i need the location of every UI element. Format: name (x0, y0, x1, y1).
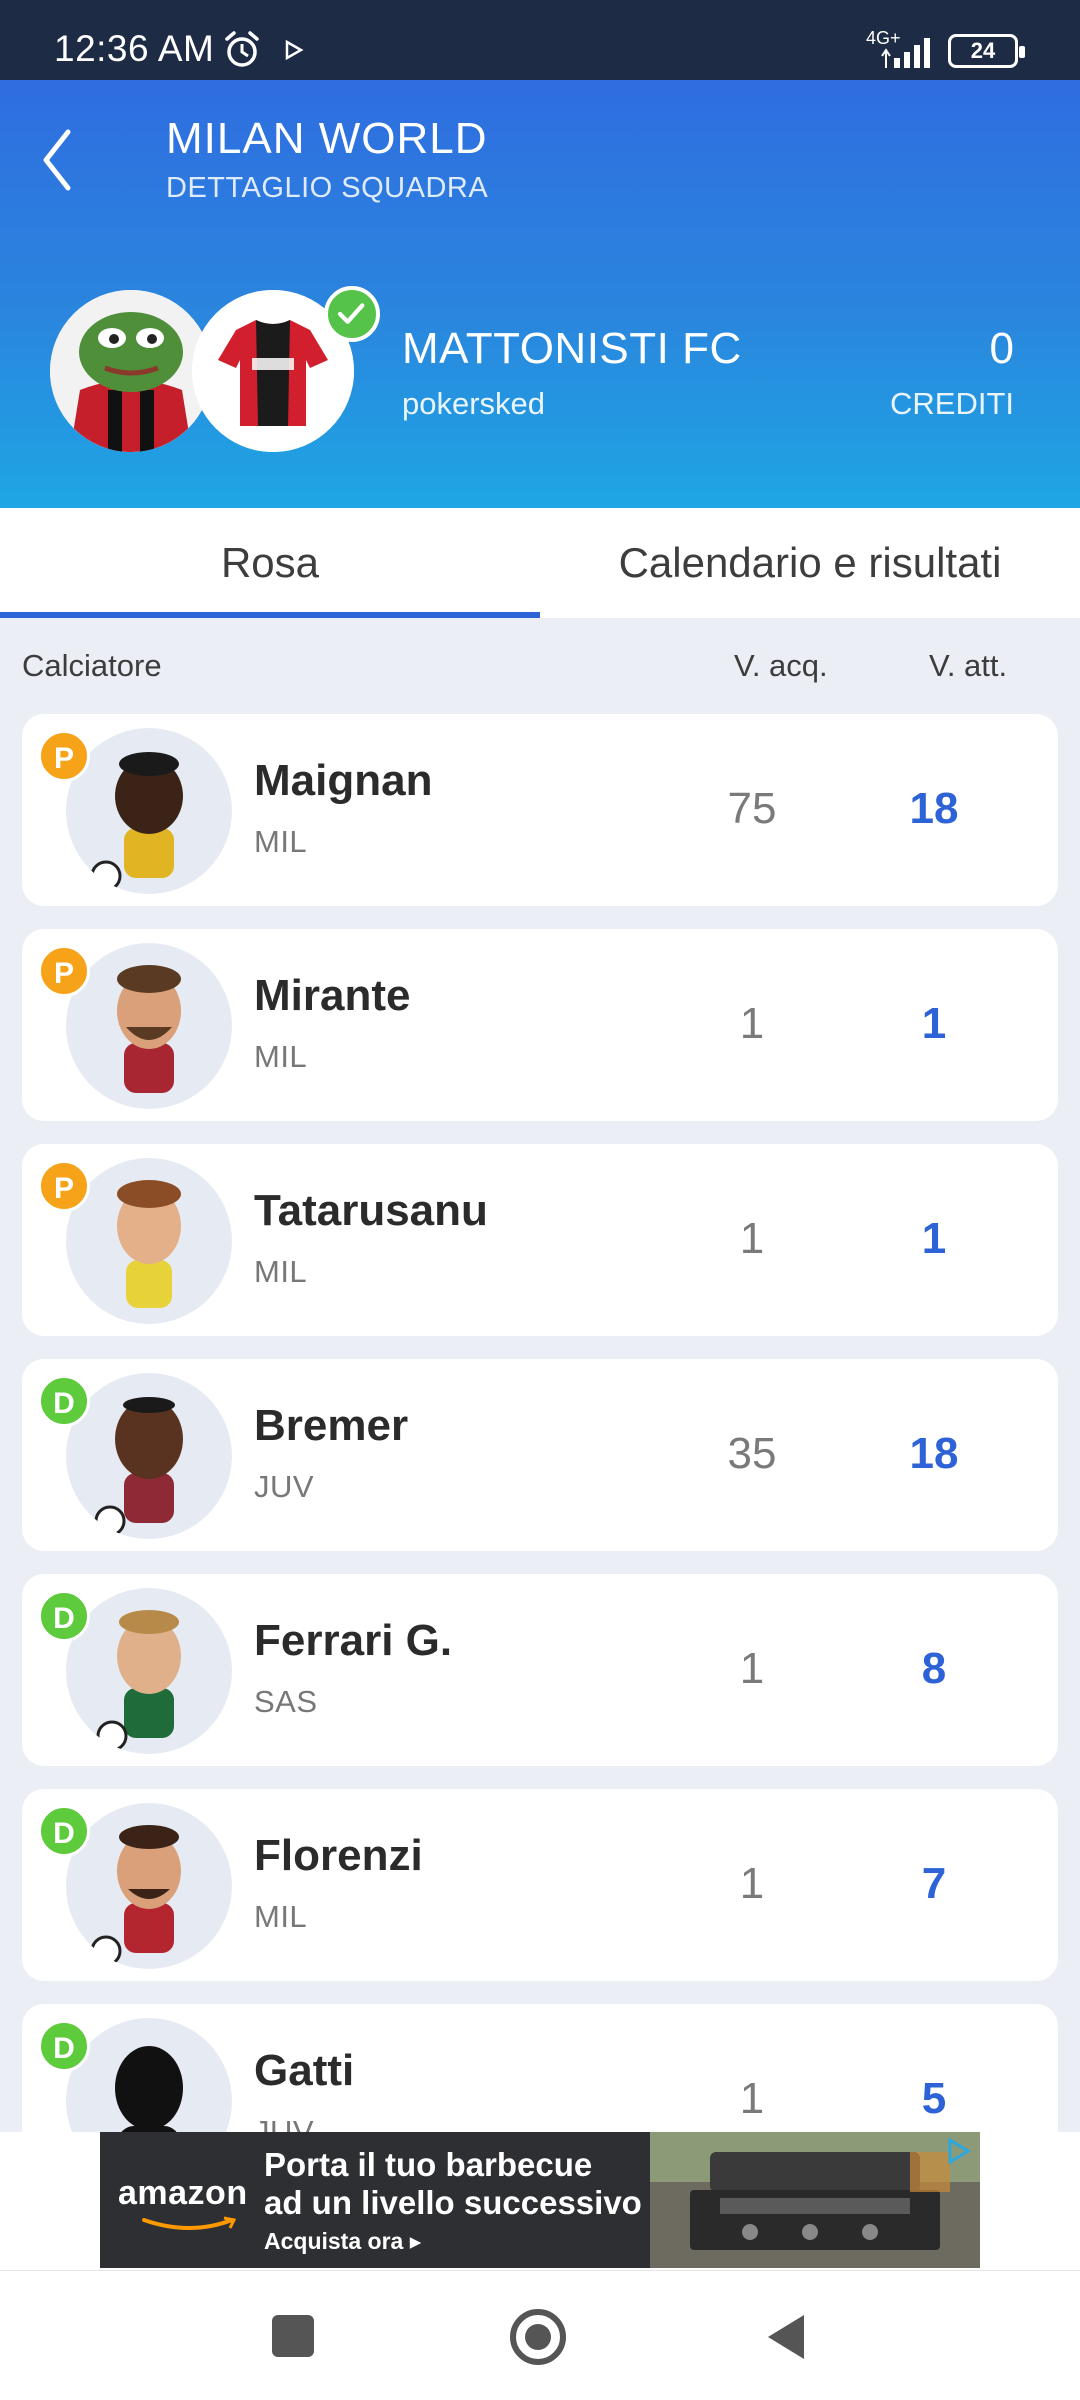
player-name: Maignan (254, 756, 433, 805)
current-value: 1 (921, 999, 947, 1048)
tab-rosa[interactable]: Rosa (0, 508, 540, 618)
ad-banner[interactable]: amazon Porta il tuo barbecue ad un livel… (100, 2132, 980, 2268)
purchase-value: 1 (739, 2074, 765, 2123)
player-avatar (66, 1803, 232, 1969)
player-row[interactable]: D Florenzi MIL 1 7 (22, 1789, 1058, 1981)
home-button[interactable] (510, 2309, 566, 2365)
player-avatar (66, 943, 232, 1109)
player-name: Mirante (254, 971, 411, 1020)
role-badge: P (38, 730, 90, 782)
credits-label: CREDITI (890, 386, 1014, 421)
purchase-value: 1 (739, 1214, 765, 1263)
current-value: 7 (921, 1859, 947, 1908)
player-row[interactable]: P Maignan MIL 75 18 (22, 714, 1058, 906)
ad-brand-logo: amazon (118, 2174, 248, 2212)
player-row[interactable]: P Mirante MIL 1 1 (22, 929, 1058, 1121)
player-avatar (66, 1373, 232, 1539)
player-avatar (66, 1588, 232, 1754)
role-badge: P (38, 1160, 90, 1212)
ad-headline-2: ad un livello successivo (264, 2184, 642, 2221)
tab-bar: Rosa Calendario e risultati (0, 508, 1080, 618)
ad-grill-image (650, 2132, 980, 2268)
player-name: Gatti (254, 2046, 355, 2095)
team-name: MATTONISTI FC (402, 324, 742, 373)
back-icon[interactable] (30, 120, 90, 200)
ad-container: amazon Porta il tuo barbecue ad un livel… (0, 2132, 1080, 2270)
player-team: JUV (254, 1469, 315, 1504)
player-avatar (66, 2018, 232, 2132)
battery-indicator: 24 (948, 34, 1025, 68)
player-team: MIL (254, 1254, 308, 1289)
league-title: MILAN WORLD (166, 114, 488, 163)
column-header-player: Calciatore (22, 648, 162, 683)
player-row[interactable]: D Bremer JUV 35 18 (22, 1359, 1058, 1551)
player-list[interactable]: P Maignan MIL 75 18 P Mirante MIL 1 1 P … (0, 714, 1080, 2132)
play-store-icon (285, 40, 304, 60)
signal-icon (881, 38, 930, 68)
role-badge: D (38, 2020, 90, 2072)
player-name: Bremer (254, 1401, 409, 1450)
column-header-purchase-value: V. acq. (734, 648, 828, 683)
system-nav-bar (0, 2270, 1080, 2400)
role-badge: P (38, 945, 90, 997)
role-badge: D (38, 1375, 90, 1427)
purchase-value: 1 (739, 999, 765, 1048)
player-team: MIL (254, 1039, 308, 1074)
ad-headline-1: Porta il tuo barbecue (264, 2146, 593, 2183)
player-name: Tatarusanu (254, 1186, 488, 1235)
status-bar: 12:36 AM 4G+ 24 (0, 0, 1080, 80)
amazon-smile-icon (142, 2216, 237, 2230)
player-avatar (66, 1158, 232, 1324)
ad-cta[interactable]: Acquista ora ▸ (264, 2228, 421, 2255)
credits-value: 0 (989, 324, 1014, 373)
player-team: MIL (254, 1899, 308, 1934)
owner-avatar (50, 290, 212, 452)
player-row[interactable]: P Tatarusanu MIL 1 1 (22, 1144, 1058, 1336)
nav-back-button[interactable] (760, 2311, 812, 2363)
team-header: MILAN WORLD DETTAGLIO SQUADRA MATTONISTI… (0, 80, 1080, 508)
purchase-value: 35 (727, 1429, 777, 1478)
purchase-value: 1 (739, 1859, 765, 1908)
player-name: Florenzi (254, 1831, 423, 1880)
player-avatar (66, 728, 232, 894)
player-team: MIL (254, 824, 308, 859)
player-name: Ferrari G. (254, 1616, 453, 1665)
active-tab-indicator (0, 612, 540, 618)
role-badge: D (38, 1590, 90, 1642)
recent-apps-button[interactable] (272, 2315, 314, 2357)
verified-check-icon (324, 286, 380, 342)
current-value: 18 (909, 1429, 959, 1478)
ad-choices-icon[interactable] (944, 2136, 974, 2166)
column-header-current-value: V. att. (929, 648, 1008, 683)
player-team: SAS (254, 1684, 318, 1719)
current-value: 5 (921, 2074, 947, 2123)
status-time: 12:36 AM (54, 28, 215, 69)
purchase-value: 1 (739, 1644, 765, 1693)
player-row[interactable]: D Gatti JUV 1 5 (22, 2004, 1058, 2132)
player-row[interactable]: D Ferrari G. SAS 1 8 (22, 1574, 1058, 1766)
purchase-value: 75 (727, 784, 777, 833)
current-value: 18 (909, 784, 959, 833)
current-value: 1 (921, 1214, 947, 1263)
current-value: 8 (921, 1644, 947, 1693)
alarm-clock-icon (225, 31, 259, 67)
page-subtitle: DETTAGLIO SQUADRA (166, 172, 489, 204)
role-badge: D (38, 1805, 90, 1857)
team-owner: pokersked (402, 386, 546, 421)
tab-calendario[interactable]: Calendario e risultati (540, 508, 1080, 618)
player-team: JUV (254, 2114, 315, 2132)
